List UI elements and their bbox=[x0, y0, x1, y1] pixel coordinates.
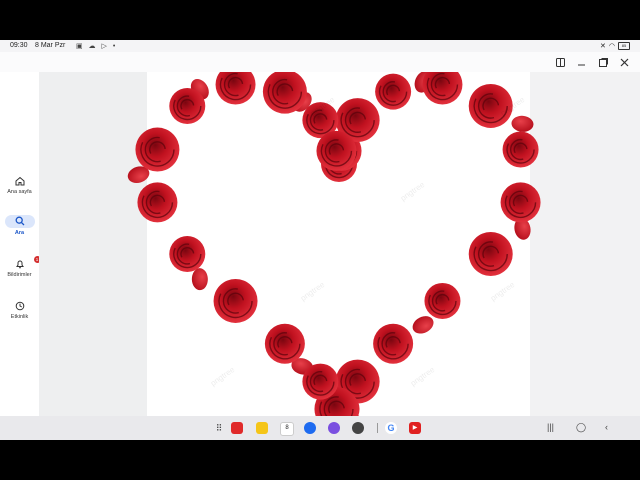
home-button[interactable]: ◯ bbox=[576, 422, 586, 433]
rose bbox=[215, 72, 256, 105]
tablet-screen: 09:30 8 Mar Pzr ▣ ☁ ▷ • ✕ ◠ 85 Ana sayfa bbox=[0, 40, 640, 440]
rose bbox=[169, 236, 206, 273]
rose bbox=[316, 130, 357, 171]
status-notification-icons: ▣ ☁ ▷ • bbox=[76, 43, 118, 50]
side-navigation: Ana sayfa Ara 1 Bildirimler Etkinlik bbox=[0, 72, 41, 416]
home-icon bbox=[13, 175, 27, 187]
rose-petal bbox=[511, 115, 534, 132]
bell-icon: 1 bbox=[13, 256, 41, 270]
google-app-icon[interactable]: G bbox=[385, 422, 397, 434]
main-content: pngtree pngtree pngtree pngtree pngtree … bbox=[39, 72, 640, 416]
rose-petal bbox=[191, 268, 208, 291]
back-button[interactable]: ‹ bbox=[605, 422, 608, 432]
red-app-icon[interactable] bbox=[231, 422, 243, 434]
rose bbox=[424, 282, 461, 319]
status-date: 8 Mar Pzr bbox=[35, 42, 66, 49]
camera-app-icon[interactable] bbox=[352, 422, 364, 434]
recents-button[interactable]: ||| bbox=[547, 422, 554, 432]
rose bbox=[302, 363, 339, 400]
nav-label: Bildirimler bbox=[7, 272, 32, 278]
nav-item-activity[interactable]: Etkinlik bbox=[0, 300, 39, 320]
mute-icon: ✕ bbox=[600, 43, 606, 50]
nav-label: Ana sayfa bbox=[7, 189, 32, 195]
clock-icon bbox=[13, 300, 27, 312]
nav-item-home[interactable]: Ana sayfa bbox=[0, 175, 39, 195]
close-icon[interactable] bbox=[618, 56, 630, 68]
nav-label: Ara bbox=[14, 230, 25, 236]
battery-icon: 85 bbox=[618, 42, 630, 50]
nav-item-search[interactable]: Ara bbox=[0, 215, 39, 236]
rose bbox=[375, 73, 412, 110]
calendar-day: 8 bbox=[285, 425, 289, 431]
taskbar: ⠿ 8 G ▶ ||| ◯ ‹ bbox=[0, 416, 640, 440]
wifi-icon: ◠ bbox=[608, 43, 615, 50]
purple-app-icon[interactable] bbox=[328, 422, 340, 434]
search-icon bbox=[15, 213, 25, 231]
rose bbox=[468, 232, 513, 277]
notes-app-icon[interactable] bbox=[256, 422, 268, 434]
nav-active-pill bbox=[4, 213, 35, 231]
window-title-bar bbox=[0, 52, 640, 72]
rose bbox=[500, 182, 541, 223]
status-time: 09:30 bbox=[10, 42, 28, 49]
rose bbox=[169, 87, 206, 124]
rose bbox=[422, 72, 463, 105]
rose bbox=[135, 127, 180, 172]
status-bar: 09:30 8 Mar Pzr ▣ ☁ ▷ • ✕ ◠ 85 bbox=[0, 40, 640, 52]
messages-app-icon[interactable] bbox=[304, 422, 316, 434]
maximize-icon[interactable] bbox=[597, 56, 609, 68]
rose-petal bbox=[412, 316, 434, 334]
rose bbox=[137, 182, 178, 223]
taskbar-divider bbox=[377, 423, 378, 433]
minimize-icon[interactable] bbox=[575, 56, 587, 68]
rose bbox=[373, 323, 414, 364]
status-right-icons: ✕ ◠ 85 bbox=[600, 42, 630, 50]
rose bbox=[213, 278, 258, 323]
youtube-app-icon[interactable]: ▶ bbox=[409, 422, 421, 434]
split-view-icon[interactable] bbox=[554, 56, 566, 68]
nav-label: Etkinlik bbox=[10, 314, 29, 320]
calendar-app-icon[interactable]: 8 bbox=[280, 422, 294, 436]
app-drawer-icon[interactable]: ⠿ bbox=[213, 422, 225, 434]
nav-item-notifications[interactable]: 1 Bildirimler bbox=[0, 256, 41, 278]
heart-of-roses-image[interactable] bbox=[39, 72, 640, 416]
rose bbox=[502, 131, 539, 168]
rose bbox=[264, 323, 305, 364]
